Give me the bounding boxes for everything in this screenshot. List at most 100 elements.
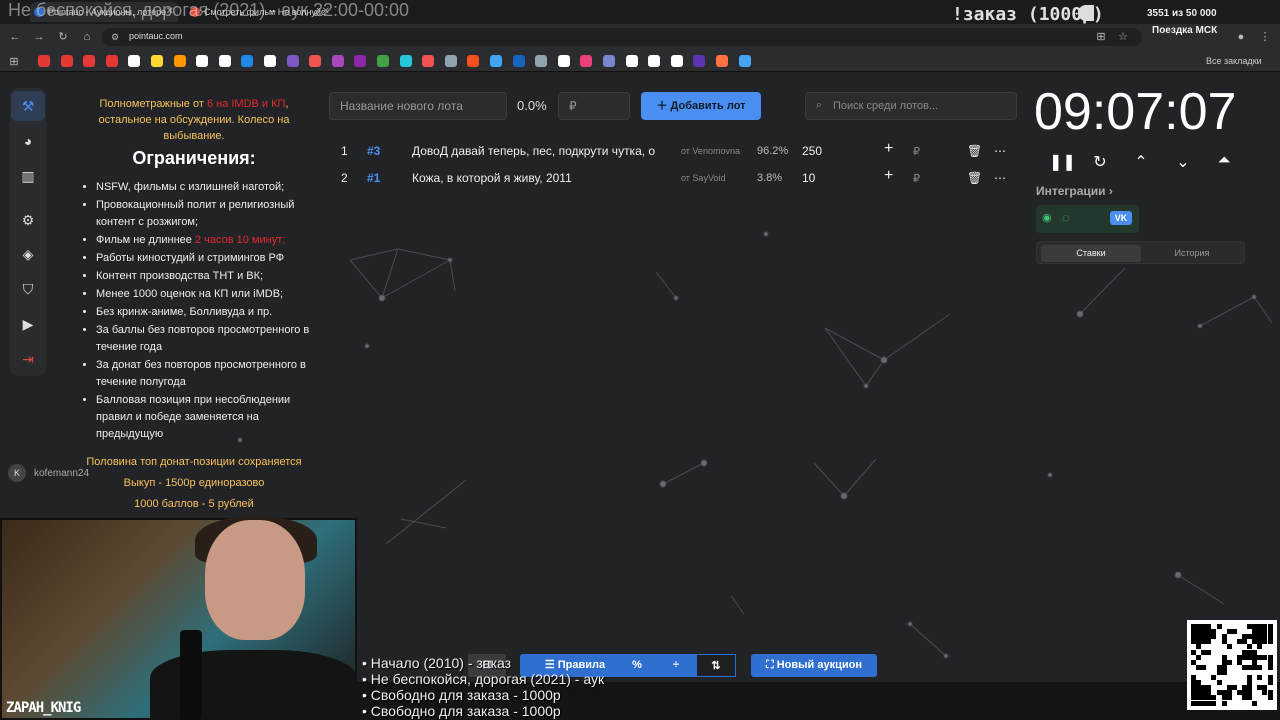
bookmark-favicon-icon[interactable]: [580, 55, 593, 67]
bookmark-favicon-icon[interactable]: [648, 55, 661, 67]
twitch-status-icon[interactable]: ◉: [1042, 211, 1052, 224]
wheel-chart-icon[interactable]: ◕: [11, 126, 45, 156]
add-amount-icon[interactable]: +: [884, 167, 893, 185]
buyout-note: Выкуп - 1500р единоразово: [123, 477, 265, 489]
goal-counter: 3551 из 50 000: [1147, 8, 1217, 19]
qr-module: [1221, 700, 1227, 706]
bookmark-favicon-icon[interactable]: [716, 55, 728, 67]
streamer-name: ZAPAH_KNIG: [6, 700, 81, 716]
bookmark-favicon-icon[interactable]: [286, 55, 299, 67]
add-amount-icon[interactable]: +: [884, 140, 893, 158]
qr-module: [1267, 680, 1273, 686]
bookmark-favicon-icon[interactable]: [173, 55, 186, 67]
chevron-up-icon[interactable]: ⌃: [1131, 152, 1151, 172]
delete-icon[interactable]: 🗑: [967, 171, 982, 185]
bookmark-favicon-icon[interactable]: [60, 55, 73, 67]
bookmark-favicon-icon[interactable]: [603, 55, 615, 67]
pause-icon[interactable]: ❚❚: [1049, 152, 1076, 172]
translate-icon[interactable]: ⊞: [1094, 30, 1108, 44]
chevron-down-icon[interactable]: ⌄: [1173, 152, 1193, 172]
stats-bar-icon[interactable]: ▥: [11, 161, 45, 191]
bookmark-favicon-icon[interactable]: [512, 55, 525, 67]
lot-amount[interactable]: 250: [802, 144, 822, 158]
bookmark-favicon-icon[interactable]: [128, 55, 141, 67]
profile-icon[interactable]: ●: [1234, 30, 1248, 44]
all-bookmarks-link[interactable]: Все закладки: [1206, 56, 1262, 66]
auction-hammer-icon[interactable]: ⚒: [11, 91, 45, 121]
auction-timer: 09:07:07: [1034, 83, 1237, 141]
qr-module: [1206, 639, 1212, 645]
shield-icon[interactable]: ⛉: [11, 274, 45, 304]
tab-bets[interactable]: Ставки: [1041, 245, 1141, 262]
bookmark-favicon-icon[interactable]: [399, 55, 412, 67]
bookmark-favicon-icon[interactable]: [377, 55, 389, 67]
add-lot-button[interactable]: ＋ Добавить лот: [641, 92, 761, 120]
lot-amount[interactable]: 10: [802, 171, 815, 185]
amount-input[interactable]: ₽: [558, 92, 630, 120]
menu-icon[interactable]: ⋮: [1258, 30, 1272, 44]
video-play-icon[interactable]: ▶: [11, 309, 45, 339]
lot-name[interactable]: Кожа, в которой я живу, 2011: [412, 171, 674, 185]
tab-history[interactable]: История: [1142, 245, 1242, 262]
bookmark-favicon-icon[interactable]: [83, 55, 96, 67]
bookmark-favicon-icon[interactable]: [331, 55, 344, 67]
vk-icon[interactable]: VK: [1110, 211, 1132, 225]
reload-icon[interactable]: ↻: [56, 30, 70, 44]
table-row[interactable]: 1 #3 ДовоД давай теперь, пес, подкрути ч…: [329, 139, 1019, 163]
table-row[interactable]: 2 #1 Кожа, в которой я живу, 2011 от Say…: [329, 166, 1019, 190]
settings-gear-icon[interactable]: ⚙: [11, 205, 45, 235]
new-auction-button[interactable]: ⛶ Новый аукцион: [751, 654, 877, 677]
ticker-line: • Свободно для заказа - 1000р: [362, 703, 561, 719]
apps-grid-icon[interactable]: ⊞: [7, 55, 21, 69]
search-input[interactable]: Поиск среди лотов...: [805, 92, 1017, 120]
bookmark-favicon-icon[interactable]: [354, 55, 367, 67]
progress-pill-icon: [1078, 5, 1094, 21]
bookmark-favicon-icon[interactable]: [309, 55, 322, 67]
site-info-icon[interactable]: ⚙: [108, 30, 122, 44]
qr-module: [1216, 624, 1222, 629]
rules-intro: Полнометражные от 6 на IMDB и КП, осталь…: [76, 96, 312, 144]
qr-module: [1211, 700, 1217, 706]
lot-name[interactable]: ДовоД давай теперь, пес, подкрути чутка,…: [412, 144, 674, 158]
logout-icon[interactable]: ⇥: [11, 344, 45, 374]
more-icon[interactable]: ⋯: [994, 171, 1006, 185]
bookmark-favicon-icon[interactable]: [264, 55, 276, 67]
bookmark-favicon-icon[interactable]: [738, 55, 751, 67]
bookmark-favicon-icon[interactable]: [105, 55, 118, 67]
bookmark-favicon-icon[interactable]: [151, 55, 163, 67]
back-icon[interactable]: ←: [8, 30, 22, 44]
sort-icon[interactable]: ⇅: [696, 654, 736, 677]
donation-status-icon[interactable]: ◌: [1062, 210, 1070, 225]
bookmark-favicon-icon[interactable]: [38, 55, 50, 67]
bookmark-favicon-icon[interactable]: [625, 55, 638, 67]
divide-icon[interactable]: ÷: [656, 654, 696, 677]
chat-message: Kkofemann24: [8, 464, 89, 482]
delete-icon[interactable]: 🗑: [967, 144, 982, 158]
bookmark-favicon-icon[interactable]: [196, 55, 209, 67]
new-lot-input[interactable]: Название нового лота: [329, 92, 507, 120]
home-icon[interactable]: ⌂: [80, 30, 94, 44]
ticker-line: • Начало (2010) - заказ: [362, 655, 512, 671]
forward-icon[interactable]: →: [32, 30, 46, 44]
half-note: Половина топ донат-позиции сохраняется: [86, 456, 302, 468]
more-icon[interactable]: ⋯: [994, 144, 1006, 158]
bookmark-favicon-icon[interactable]: [444, 55, 457, 67]
integrations-header[interactable]: Интеграции ›: [1036, 184, 1113, 198]
bookmark-favicon-icon[interactable]: [467, 55, 480, 67]
layers-icon[interactable]: ◈: [11, 239, 45, 269]
bookmark-favicon-icon[interactable]: [218, 55, 231, 67]
bookmark-favicon-icon[interactable]: [535, 55, 548, 67]
bookmark-favicon-icon[interactable]: [422, 55, 435, 67]
double-up-icon[interactable]: ⏶: [1214, 152, 1234, 172]
bookmark-favicon-icon[interactable]: [241, 55, 254, 67]
url-field[interactable]: [102, 28, 1142, 46]
bookmark-favicon-icon[interactable]: [670, 55, 683, 67]
stream-title-overlay: Не беспокойся, дорогая (2021) - аук 22:0…: [8, 0, 410, 20]
bookmark-star-icon[interactable]: ☆: [1116, 30, 1130, 44]
reset-icon[interactable]: ↻: [1090, 152, 1110, 172]
rule-item: Фильм не длиннее 2 часов 10 минут;: [96, 232, 312, 249]
percent-toggle-icon[interactable]: %: [618, 654, 656, 677]
bookmark-favicon-icon[interactable]: [490, 55, 502, 67]
bookmark-favicon-icon[interactable]: [693, 55, 706, 67]
bookmark-favicon-icon[interactable]: [557, 55, 570, 67]
